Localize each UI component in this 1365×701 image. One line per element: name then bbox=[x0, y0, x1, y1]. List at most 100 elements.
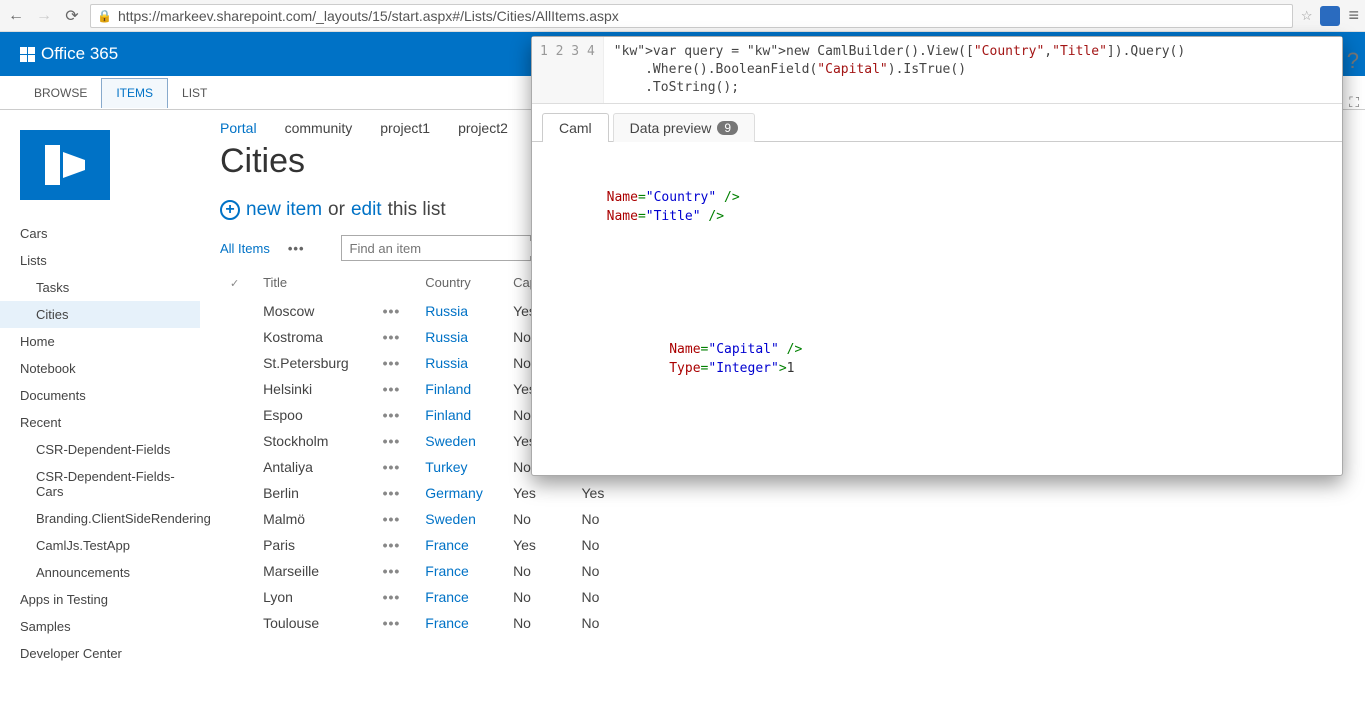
cell-capital: Yes bbox=[503, 532, 571, 558]
row-ellipsis-icon[interactable]: ••• bbox=[373, 584, 416, 610]
cell-country[interactable]: France bbox=[415, 584, 503, 610]
result-tabs: Caml Data preview 9 bbox=[532, 104, 1342, 142]
sidebar-item-cities[interactable]: Cities bbox=[0, 301, 200, 328]
sidebar-item-csr-dependent-fields[interactable]: CSR-Dependent-Fields bbox=[0, 436, 200, 463]
view-all-items[interactable]: All Items bbox=[220, 241, 270, 256]
sidebar-item-notebook[interactable]: Notebook bbox=[0, 355, 200, 382]
ribbon-tab-browse[interactable]: BROWSE bbox=[20, 78, 101, 108]
reload-button[interactable]: ⟳ bbox=[62, 6, 82, 26]
cell-country[interactable]: Turkey bbox=[415, 454, 503, 480]
cell-country[interactable]: Germany bbox=[415, 480, 503, 506]
sidebar-item-lists[interactable]: Lists bbox=[0, 247, 200, 274]
sidebar-item-tasks[interactable]: Tasks bbox=[0, 274, 200, 301]
col-title[interactable]: Title bbox=[253, 271, 373, 298]
cell-title[interactable]: Toulouse bbox=[253, 610, 373, 636]
sidebar-item-apps-in-testing[interactable]: Apps in Testing bbox=[0, 586, 200, 613]
search-input[interactable] bbox=[342, 241, 534, 256]
cell-country[interactable]: Finland bbox=[415, 376, 503, 402]
cell-title[interactable]: Kostroma bbox=[253, 324, 373, 350]
ribbon-tab-list[interactable]: LIST bbox=[168, 78, 221, 108]
row-ellipsis-icon[interactable]: ••• bbox=[373, 428, 416, 454]
row-ellipsis-icon[interactable]: ••• bbox=[373, 506, 416, 532]
table-row[interactable]: Marseille•••FranceNoNo bbox=[220, 558, 620, 584]
col-country[interactable]: Country bbox=[415, 271, 503, 298]
row-ellipsis-icon[interactable]: ••• bbox=[373, 480, 416, 506]
table-row[interactable]: Lyon•••FranceNoNo bbox=[220, 584, 620, 610]
help-icon[interactable]: ? bbox=[1347, 48, 1359, 74]
row-ellipsis-icon[interactable]: ••• bbox=[373, 402, 416, 428]
preview-count-badge: 9 bbox=[717, 121, 738, 135]
sidebar-item-home[interactable]: Home bbox=[0, 328, 200, 355]
cell-country[interactable]: Russia bbox=[415, 350, 503, 376]
cell-title[interactable]: Moscow bbox=[253, 298, 373, 324]
cell-title[interactable]: St.Petersburg bbox=[253, 350, 373, 376]
sidebar-item-documents[interactable]: Documents bbox=[0, 382, 200, 409]
office-logo[interactable]: Office 365 bbox=[20, 44, 118, 64]
row-ellipsis-icon[interactable]: ••• bbox=[373, 298, 416, 324]
ribbon-tab-items[interactable]: ITEMS bbox=[101, 78, 168, 108]
row-ellipsis-icon[interactable]: ••• bbox=[373, 558, 416, 584]
cell-title[interactable]: Lyon bbox=[253, 584, 373, 610]
row-ellipsis-icon[interactable]: ••• bbox=[373, 376, 416, 402]
row-ellipsis-icon[interactable]: ••• bbox=[373, 532, 416, 558]
view-ellipsis-icon[interactable]: ••• bbox=[288, 241, 305, 256]
cell-title[interactable]: Stockholm bbox=[253, 428, 373, 454]
table-row[interactable]: Toulouse•••FranceNoNo bbox=[220, 610, 620, 636]
cell-country[interactable]: Sweden bbox=[415, 428, 503, 454]
cell-country[interactable]: France bbox=[415, 532, 503, 558]
sidebar-item-cars[interactable]: Cars bbox=[0, 220, 200, 247]
sidebar-item-announcements[interactable]: Announcements bbox=[0, 559, 200, 586]
cell-country[interactable]: Russia bbox=[415, 324, 503, 350]
cell-title[interactable]: Malmö bbox=[253, 506, 373, 532]
sidebar-item-branding-clientsiderendering[interactable]: Branding.ClientSideRendering bbox=[0, 505, 200, 532]
cell-title[interactable]: Helsinki bbox=[253, 376, 373, 402]
table-row[interactable]: Berlin•••GermanyYesYes bbox=[220, 480, 620, 506]
row-ellipsis-icon[interactable]: ••• bbox=[373, 324, 416, 350]
address-bar[interactable]: 🔒 https://markeev.sharepoint.com/_layout… bbox=[90, 4, 1293, 28]
cell-country[interactable]: France bbox=[415, 610, 503, 636]
hamburger-icon[interactable]: ≡ bbox=[1348, 5, 1359, 26]
tab-data-preview[interactable]: Data preview 9 bbox=[613, 113, 755, 142]
tab-caml[interactable]: Caml bbox=[542, 113, 609, 142]
row-ellipsis-icon[interactable]: ••• bbox=[373, 350, 416, 376]
table-row[interactable]: Malmö•••SwedenNoNo bbox=[220, 506, 620, 532]
cell-country[interactable]: Sweden bbox=[415, 506, 503, 532]
table-row[interactable]: Paris•••FranceYesNo bbox=[220, 532, 620, 558]
sidebar-item-samples[interactable]: Samples bbox=[0, 613, 200, 640]
cell-country[interactable]: France bbox=[415, 558, 503, 584]
focus-icon[interactable]: ⛶ bbox=[1349, 94, 1359, 111]
cell-title[interactable]: Paris bbox=[253, 532, 373, 558]
tab-preview-label: Data preview bbox=[630, 120, 712, 136]
topnav-project1[interactable]: project1 bbox=[380, 120, 430, 136]
col-check[interactable] bbox=[220, 271, 253, 298]
sidebar-item-camljs-testapp[interactable]: CamlJs.TestApp bbox=[0, 532, 200, 559]
forward-button[interactable]: → bbox=[34, 6, 54, 26]
sidebar-item-csr-dependent-fields-cars[interactable]: CSR-Dependent-Fields-Cars bbox=[0, 463, 200, 505]
row-ellipsis-icon[interactable]: ••• bbox=[373, 610, 416, 636]
cell-country[interactable]: Finland bbox=[415, 402, 503, 428]
code-editor[interactable]: 1 2 3 4 "kw">var query = "kw">new CamlBu… bbox=[532, 37, 1342, 104]
lock-icon: 🔒 bbox=[97, 9, 112, 23]
cell-title[interactable]: Berlin bbox=[253, 480, 373, 506]
site-logo[interactable] bbox=[20, 130, 110, 200]
plus-icon[interactable]: + bbox=[220, 200, 240, 220]
cell-country[interactable]: Russia bbox=[415, 298, 503, 324]
sidebar-item-recent[interactable]: Recent bbox=[0, 409, 200, 436]
topnav-portal[interactable]: Portal bbox=[220, 120, 257, 136]
extension-icon[interactable] bbox=[1320, 6, 1340, 26]
camljs-panel: 1 2 3 4 "kw">var query = "kw">new CamlBu… bbox=[531, 36, 1343, 476]
back-button[interactable]: ← bbox=[6, 6, 26, 26]
topnav-community[interactable]: community bbox=[285, 120, 353, 136]
edit-link[interactable]: edit bbox=[351, 199, 382, 221]
sidebar-item-developer-center[interactable]: Developer Center bbox=[0, 640, 200, 667]
star-icon[interactable]: ☆ bbox=[1301, 8, 1313, 24]
cell-title[interactable]: Marseille bbox=[253, 558, 373, 584]
suite-brand: Office 365 bbox=[41, 44, 118, 64]
code-text[interactable]: "kw">var query = "kw">new CamlBuilder().… bbox=[604, 37, 1342, 103]
new-item-link[interactable]: new item bbox=[246, 199, 322, 221]
cell-title[interactable]: Espoo bbox=[253, 402, 373, 428]
topnav-project2[interactable]: project2 bbox=[458, 120, 508, 136]
cell-eu: No bbox=[571, 532, 620, 558]
row-ellipsis-icon[interactable]: ••• bbox=[373, 454, 416, 480]
cell-title[interactable]: Antaliya bbox=[253, 454, 373, 480]
